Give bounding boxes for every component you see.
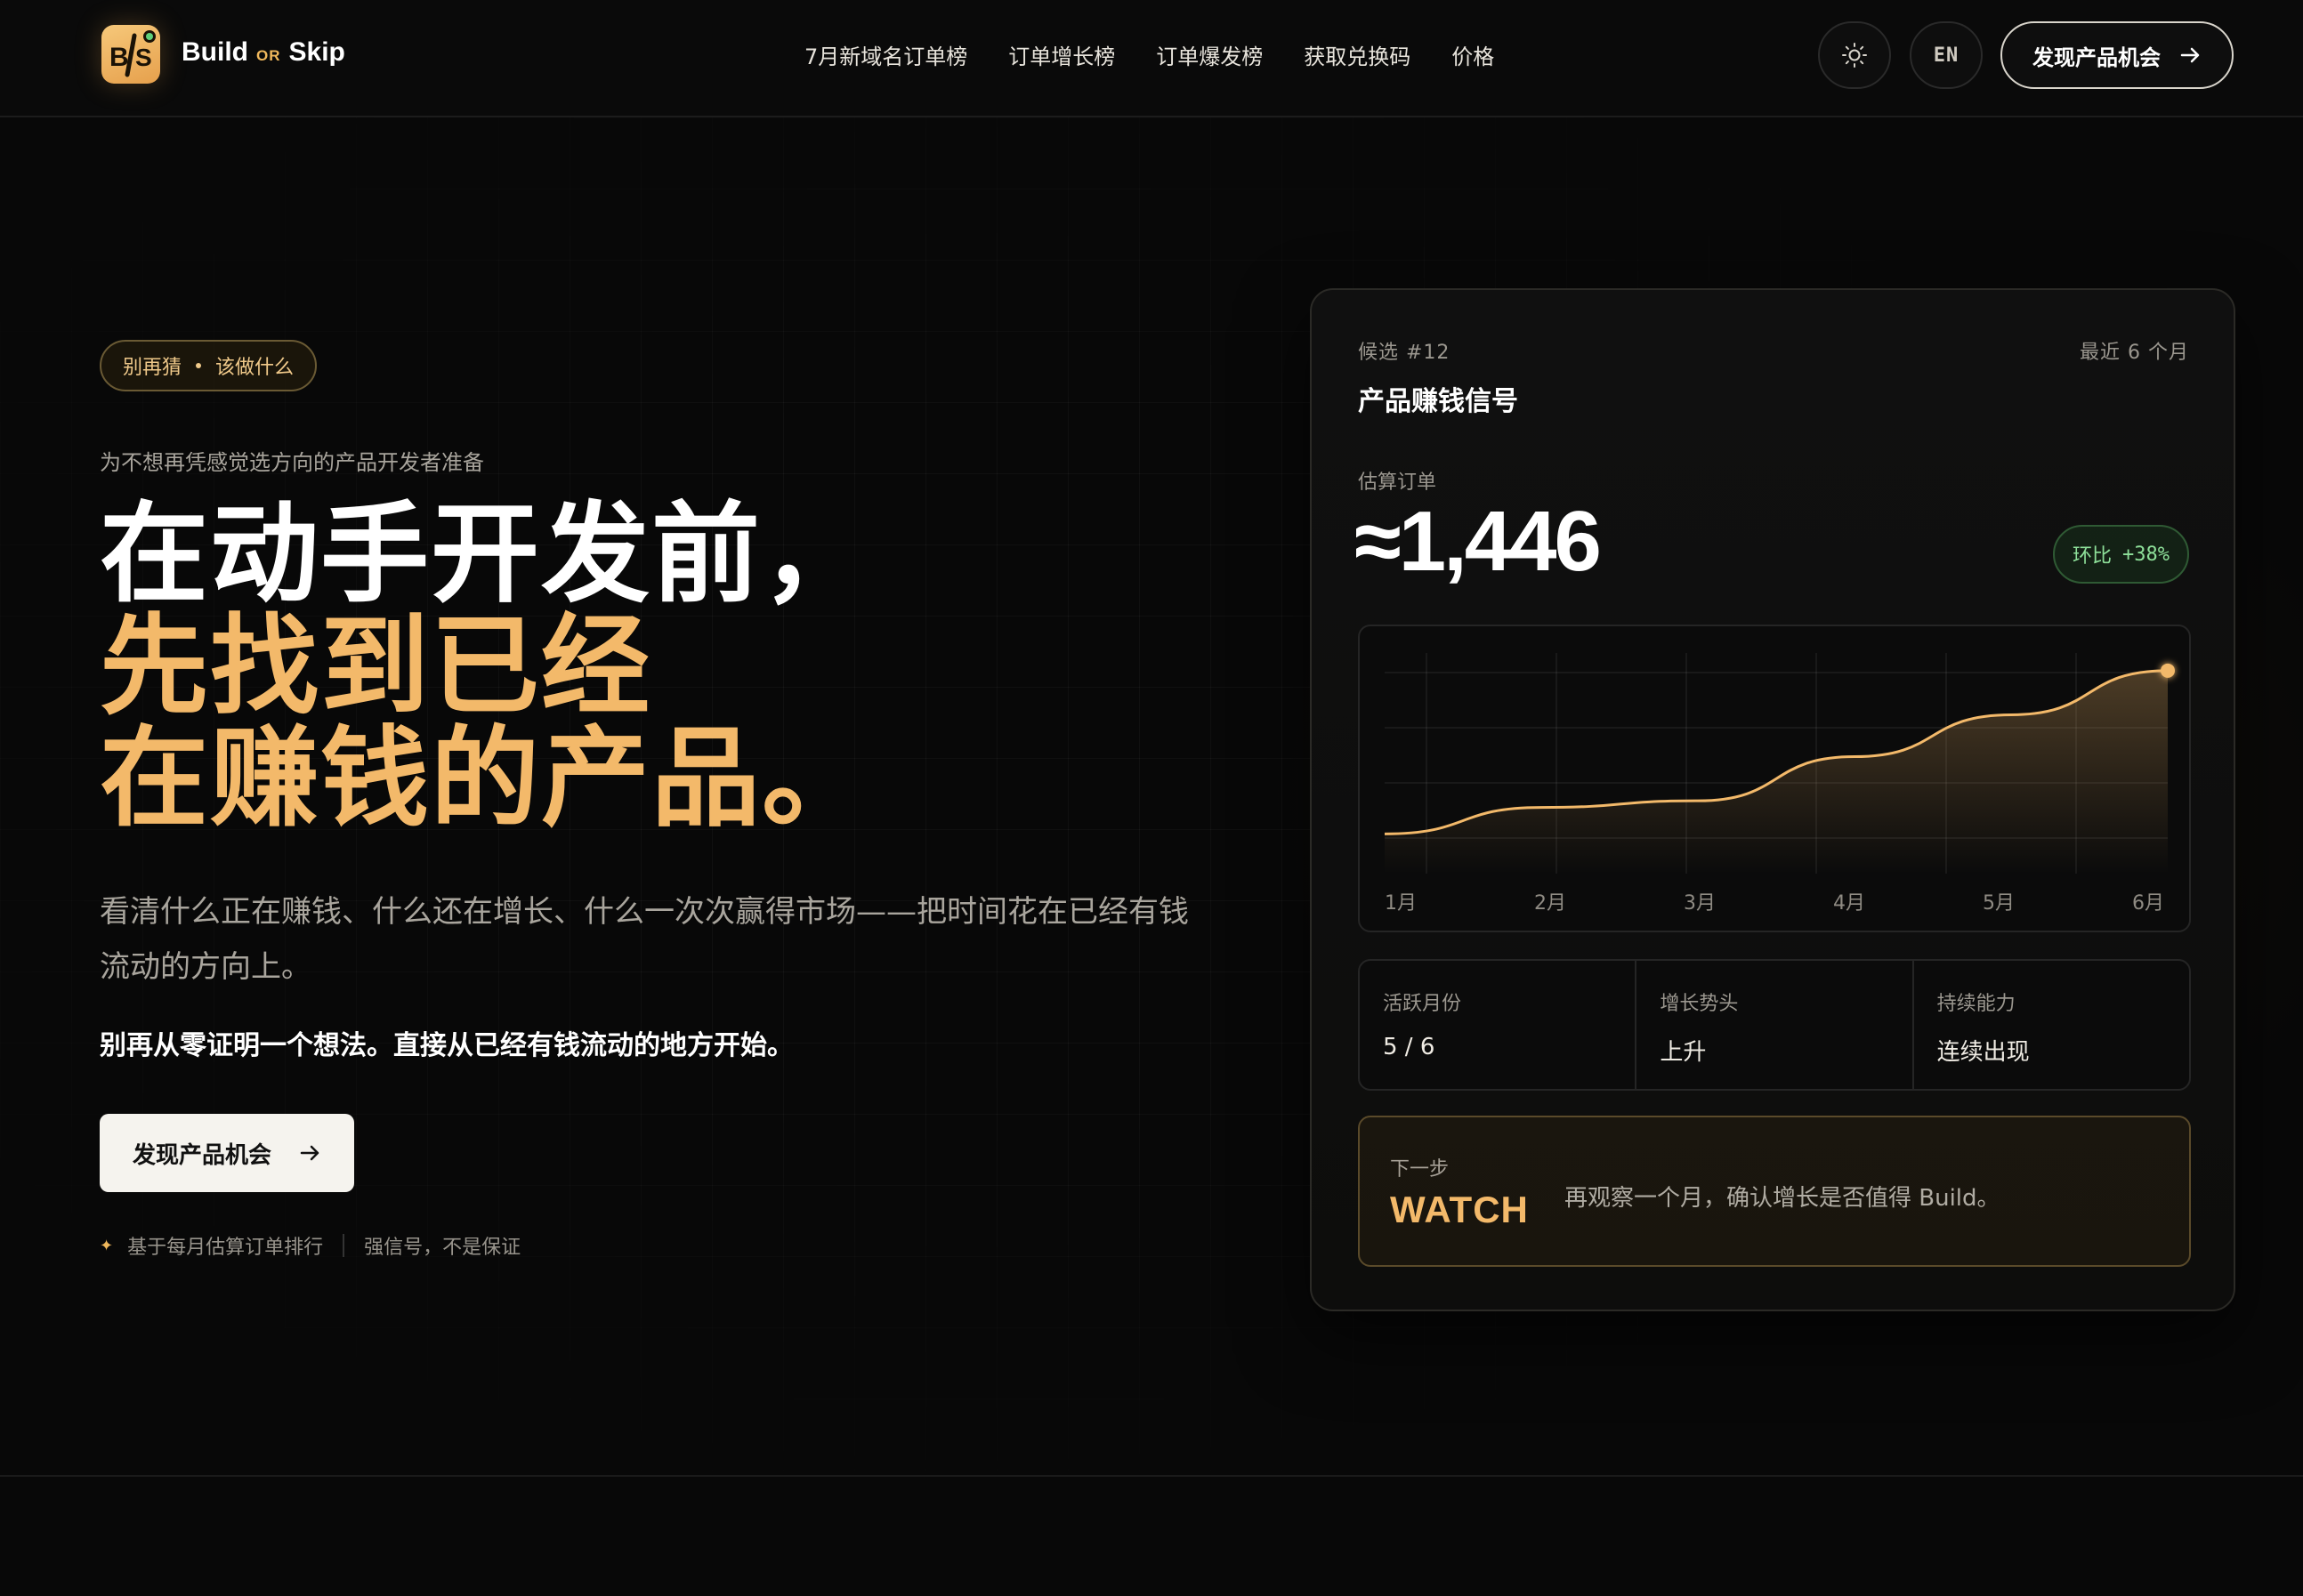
pill-dot (196, 363, 202, 368)
nav-item-burst[interactable]: 订单爆发榜 (1156, 39, 1263, 70)
chart-x-tick-label: 2月 (1534, 892, 1566, 915)
next-step-verdict: WATCH (1390, 1189, 1529, 1230)
next-step-panel: 下一步 WATCH 再观察一个月，确认增长是否值得 Build。 (1358, 1116, 2191, 1267)
brand-logo-icon: B S (109, 30, 156, 77)
stat-value: 连续出现 (1936, 1039, 2030, 1066)
stat-label: 活跃月份 (1383, 993, 1462, 1015)
mom-growth-badge: 环比 +38% (2053, 525, 2189, 584)
brand-logo[interactable]: B S (101, 25, 160, 84)
nav-item-new-domain[interactable]: 7月新域名订单榜 (804, 39, 967, 70)
svg-text:S: S (135, 44, 152, 71)
footnote-divider (343, 1234, 345, 1257)
hero-pill-badge: 别再猜 该做什么 (100, 340, 318, 391)
stat-momentum: 增长势头 上升 (1636, 961, 1914, 1089)
theme-toggle-button[interactable] (1818, 21, 1891, 89)
chart-x-tick-label: 5月 (1983, 892, 2015, 915)
brand-wordmark[interactable]: Build OR Skip (182, 37, 345, 68)
arrow-right-icon (2180, 47, 2200, 63)
stat-label: 增长势头 (1660, 993, 1739, 1015)
section-divider (0, 1475, 2303, 1477)
chart-x-tick-label: 6月 (2132, 892, 2164, 915)
headline-line-1: 在动手开发前， (100, 491, 872, 617)
estimated-orders-value: ≈1,446 (1354, 494, 1602, 589)
sparkle-icon: ✦ (100, 1236, 114, 1255)
headline-line-3: 在赚钱的产品。 (100, 715, 872, 842)
chart-area (1385, 670, 2168, 874)
period-label: 最近 6 个月 (2080, 342, 2189, 364)
footnote-text-2: 强信号，不是保证 (364, 1237, 521, 1259)
nav-item-redeem[interactable]: 获取兑换码 (1304, 39, 1410, 70)
pill-text-right: 该做什么 (215, 357, 295, 379)
nav-item-pricing[interactable]: 价格 (1451, 39, 1494, 70)
next-step-message: 再观察一个月，确认增长是否值得 Build。 (1564, 1185, 2000, 1212)
stat-persistence: 持续能力 连续出现 (1914, 961, 2189, 1089)
hero-headline: 在动手开发前， 先找到已经 在赚钱的产品。 (100, 498, 872, 834)
hero-description: 看清什么正在赚钱、什么还在增长、什么一次次赢得市场——把时间花在已经有钱流动的方… (100, 894, 1189, 985)
hero-cta-label: 发现产品机会 (132, 1141, 271, 1169)
hero-cta-button[interactable]: 发现产品机会 (100, 1114, 354, 1192)
sun-icon (1842, 43, 1867, 68)
stat-value: 5 / 6 (1383, 1034, 1435, 1060)
arrow-right-icon (300, 1145, 319, 1161)
headline-line-2: 先找到已经 (100, 603, 651, 729)
page: B S Build OR Skip 7月新域名订单榜 订单增长榜 订单爆发榜 获… (0, 0, 2303, 1596)
stat-label: 持续能力 (1936, 993, 2016, 1015)
signal-card: 候选 #12 最近 6 个月 产品赚钱信号 估算订单 ≈1,446 环比 +38… (1310, 288, 2235, 1311)
stats-row: 活跃月份 5 / 6 增长势头 上升 持续能力 连续出现 (1358, 959, 2191, 1091)
language-toggle-button[interactable]: EN (1910, 21, 1983, 89)
hero-subtitle: 为不想再凭感觉选方向的产品开发者准备 (100, 450, 484, 475)
chart-point-latest (2161, 663, 2175, 678)
brand-name-or: OR (256, 47, 281, 64)
header-cta-label: 发现产品机会 (2032, 44, 2161, 70)
hero-bold-line: 别再从零证明一个想法。直接从已经有钱流动的地方开始。 (100, 1030, 794, 1061)
badge-value: +38% (2122, 543, 2170, 566)
main-nav: 7月新域名订单榜 订单增长榜 订单爆发榜 获取兑换码 价格 (804, 39, 1494, 70)
nav-item-growth[interactable]: 订单增长榜 (1008, 39, 1115, 70)
chart-x-tick-label: 3月 (1684, 892, 1716, 915)
stat-value: 上升 (1660, 1039, 1707, 1066)
trend-chart-svg: 1月 2月 3月 4月 5月 6月 (1384, 653, 2175, 915)
estimated-orders-label: 估算订单 (1358, 472, 1437, 494)
pill-text-left: 别再猜 (123, 357, 182, 379)
header-cta-button[interactable]: 发现产品机会 (2000, 21, 2234, 89)
brand-name-skip: Skip (288, 37, 345, 67)
badge-label: 环比 (2073, 545, 2113, 568)
trend-chart: 1月 2月 3月 4月 5月 6月 (1358, 625, 2191, 932)
next-step-label: 下一步 (1390, 1158, 1450, 1181)
svg-text:B: B (109, 43, 129, 72)
chart-x-tick-label: 1月 (1385, 892, 1417, 915)
footnote-text-1: 基于每月估算订单排行 (127, 1237, 324, 1259)
hero-footnote: ✦ 基于每月估算订单排行 强信号，不是保证 (100, 1231, 521, 1260)
top-header: B S Build OR Skip 7月新域名订单榜 订单增长榜 订单爆发榜 获… (0, 0, 2303, 117)
brand-name-build: Build (182, 37, 248, 67)
stat-active-months: 活跃月份 5 / 6 (1360, 961, 1637, 1089)
candidate-tag: 候选 #12 (1358, 342, 1450, 364)
card-title: 产品赚钱信号 (1358, 386, 1518, 417)
chart-x-tick-label: 4月 (1833, 892, 1865, 915)
